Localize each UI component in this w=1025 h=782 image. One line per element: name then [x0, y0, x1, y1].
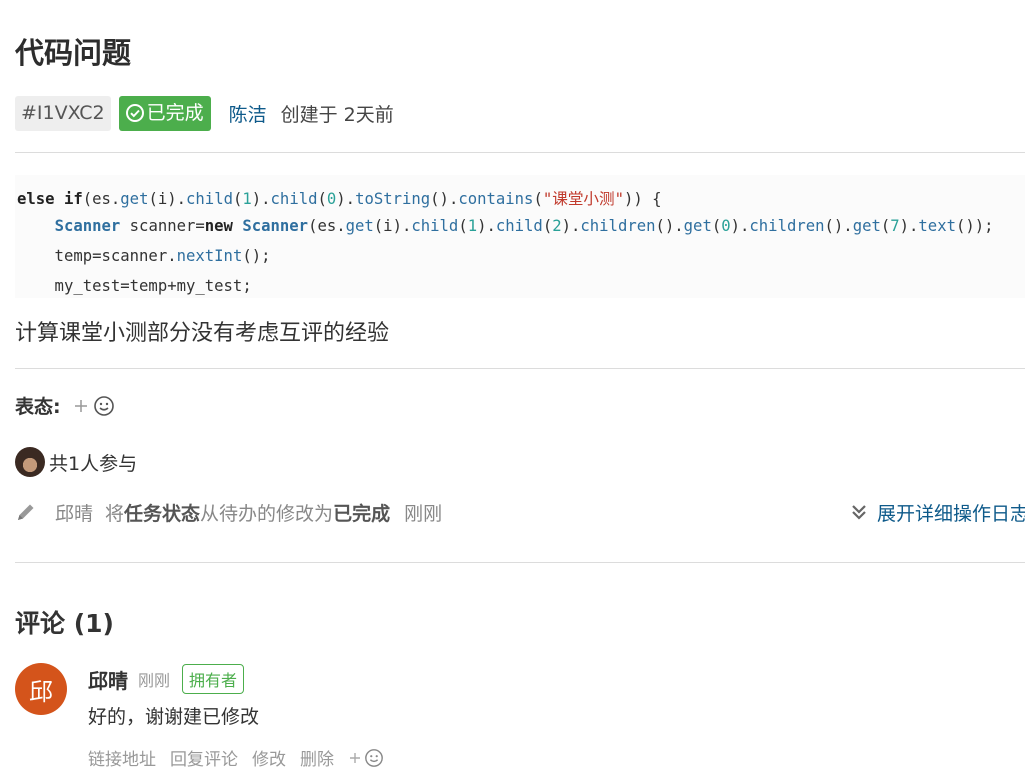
- comment-body: 好的，谢谢建已修改: [88, 706, 260, 728]
- issue-meta: #I1VXC2 已完成 陈洁 创建于 2天前: [15, 95, 394, 131]
- code-block: else if(es.get(i).child(1).child(0).toSt…: [15, 175, 1025, 298]
- add-reaction-button[interactable]: [73, 395, 115, 417]
- reactions-label: 表态:: [15, 396, 61, 418]
- plus-icon: [350, 752, 360, 763]
- issue-id[interactable]: #I1VXC2: [15, 95, 111, 131]
- issue-title: 代码问题: [15, 36, 132, 70]
- code-line: my_test=temp+my_test;: [17, 277, 252, 295]
- owner-badge: 拥有者: [182, 664, 245, 694]
- participants-count: 共1人参与: [49, 452, 138, 475]
- status-label: 已完成: [146, 101, 204, 124]
- created-time: 2天前: [343, 103, 394, 126]
- delete-comment-button[interactable]: 删除: [300, 745, 334, 770]
- comment-author[interactable]: 邱晴: [88, 665, 128, 694]
- created-info: 创建于 2天前: [281, 100, 394, 127]
- comment-avatar[interactable]: 邱: [15, 663, 67, 715]
- expand-log-button[interactable]: 展开详细操作日志: [851, 497, 1025, 527]
- smiley-icon: [93, 395, 114, 416]
- divider: [15, 368, 1025, 369]
- activity-change-text: 从待办的修改为: [200, 502, 334, 525]
- activity-prefix: 将: [105, 502, 125, 525]
- plus-icon: [74, 399, 87, 412]
- created-label: 创建于: [280, 103, 338, 126]
- divider: [15, 152, 1025, 153]
- participant-avatar[interactable]: [15, 447, 45, 477]
- reactions-bar: 表态:: [15, 392, 115, 419]
- activity-to-status: 已完成: [333, 502, 391, 525]
- issue-author-link[interactable]: 陈洁: [229, 100, 267, 127]
- copy-link-button[interactable]: 链接地址: [88, 745, 156, 770]
- comment-time: 刚刚: [138, 671, 171, 690]
- pencil-icon: [18, 504, 34, 520]
- status-badge[interactable]: 已完成: [118, 95, 211, 131]
- participants: 共1人参与: [15, 447, 137, 477]
- edit-comment-button[interactable]: 修改: [252, 745, 286, 770]
- comment-actions: 链接地址 回复评论 修改 删除: [88, 745, 384, 770]
- double-chevron-down-icon: [852, 505, 866, 520]
- issue-description: 计算课堂小测部分没有考虑互评的经验: [15, 321, 390, 346]
- expand-log-label: 展开详细操作日志: [877, 502, 1025, 525]
- activity-field: 任务状态: [124, 502, 201, 525]
- activity-log-item: 邱晴 将任务状态 从待办的修改为 已完成 刚刚 展开详细操作日志: [15, 497, 1025, 527]
- check-circle-icon: [125, 104, 144, 122]
- smiley-icon: [365, 748, 383, 767]
- comment-add-reaction-button[interactable]: [348, 748, 384, 768]
- activity-actor[interactable]: 邱晴: [55, 499, 93, 526]
- comment-header: 邱晴 刚刚 拥有者: [88, 663, 245, 695]
- code-line: temp=scanner.nextInt();: [17, 247, 271, 265]
- activity-time: 刚刚: [404, 502, 443, 525]
- code-line: Scanner scanner=new Scanner(es.get(i).ch…: [54, 217, 994, 235]
- divider: [15, 562, 1025, 563]
- code-line: else if(es.get(i).child(1).child(0).toSt…: [17, 190, 662, 208]
- reply-comment-button[interactable]: 回复评论: [170, 745, 238, 770]
- comments-title: 评论 (1): [15, 609, 114, 638]
